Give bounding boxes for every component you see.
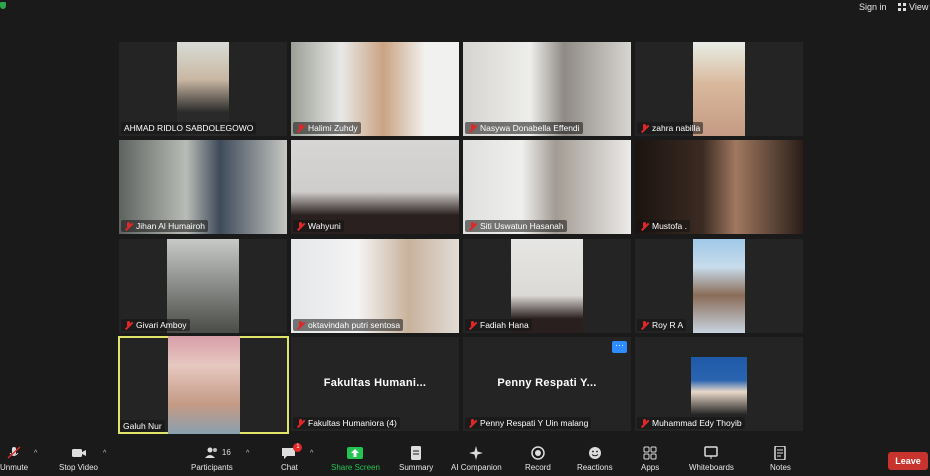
notes-button[interactable]: Notes — [770, 445, 791, 472]
participant-photo — [691, 357, 747, 415]
more-options-button[interactable]: ··· — [612, 341, 627, 353]
apps-button[interactable]: Apps — [641, 446, 659, 472]
video-tile[interactable]: Halimi Zuhdy — [291, 42, 459, 136]
reactions-button[interactable]: Reactions — [577, 446, 613, 472]
participant-name: Muhammad Edy Thoyib — [637, 417, 745, 429]
video-tile[interactable]: zahra nabilla — [635, 42, 803, 136]
video-tile[interactable]: AHMAD RIDLO SABDOLEGOWO — [119, 42, 287, 136]
participant-name: Wahyuni — [293, 220, 344, 232]
video-options-caret[interactable]: ^ — [103, 450, 106, 457]
record-button[interactable]: Record — [525, 446, 551, 472]
video-tile[interactable]: Fadiah Hana — [463, 239, 631, 333]
participants-count: 16 — [221, 448, 231, 457]
smiley-icon — [587, 446, 603, 460]
participant-name: Roy R A — [637, 319, 687, 331]
video-tile-active-speaker[interactable]: Galuh Nur — [118, 336, 289, 434]
video-tile[interactable]: Nasywa Donabella Effendi — [463, 42, 631, 136]
muted-mic-icon — [640, 123, 649, 133]
participant-name: Siti Uswatun Hasanah — [465, 220, 567, 232]
summary-icon — [408, 446, 424, 460]
view-label: View — [909, 2, 929, 12]
mic-muted-icon — [6, 446, 22, 460]
video-camera-icon — [71, 446, 87, 460]
share-screen-button[interactable]: Share Screen — [331, 446, 380, 472]
participant-video — [693, 239, 745, 333]
participant-name: Galuh Nur — [120, 420, 165, 432]
meeting-toolbar: Unmute ^ Stop Video ^ 16 Participants ^ … — [0, 443, 930, 476]
muted-mic-icon — [640, 418, 649, 428]
audio-options-caret[interactable]: ^ — [34, 450, 37, 457]
video-tile[interactable]: Givari Amboy — [119, 239, 287, 333]
muted-mic-icon — [468, 320, 477, 330]
video-tile[interactable]: Mustofa . — [635, 140, 803, 234]
apps-icon — [642, 446, 658, 460]
notes-icon — [772, 445, 788, 461]
muted-mic-icon — [468, 418, 477, 428]
leave-button[interactable]: Leave — [888, 452, 928, 470]
sign-in-link[interactable]: Sign in — [859, 2, 887, 12]
chat-options-caret[interactable]: ^ — [310, 450, 313, 457]
chat-button[interactable]: 1 Chat — [281, 443, 303, 472]
video-tile[interactable]: Roy R A — [635, 239, 803, 333]
participant-name: Givari Amboy — [121, 319, 190, 331]
security-shield-icon — [0, 2, 6, 9]
participant-name: Jihan Al Humairoh — [121, 220, 208, 232]
muted-mic-icon — [640, 320, 649, 330]
whiteboard-icon — [703, 446, 719, 460]
stop-video-button[interactable]: Stop Video — [59, 446, 98, 472]
share-screen-icon — [347, 446, 364, 460]
video-tile[interactable]: Jihan Al Humairoh — [119, 140, 287, 234]
ai-companion-button[interactable]: AI Companion — [451, 446, 502, 472]
participant-video — [168, 336, 240, 434]
participants-button[interactable]: 16 Participants — [191, 446, 233, 472]
muted-mic-icon — [296, 221, 305, 231]
participant-name: zahra nabilla — [637, 122, 704, 134]
muted-mic-icon — [124, 221, 133, 231]
video-tile[interactable]: oktavindah putri sentosa — [291, 239, 459, 333]
participants-options-caret[interactable]: ^ — [246, 450, 249, 457]
participant-name: AHMAD RIDLO SABDOLEGOWO — [121, 122, 257, 134]
muted-mic-icon — [124, 320, 133, 330]
participant-name: Nasywa Donabella Effendi — [465, 122, 583, 134]
participant-name: oktavindah putri sentosa — [293, 319, 404, 331]
participant-name: Fakultas Humaniora (4) — [293, 417, 400, 429]
summary-button[interactable]: Summary — [399, 446, 433, 472]
whiteboards-button[interactable]: Whiteboards — [689, 446, 734, 472]
participant-name: Penny Respati Y Uin malang — [465, 417, 592, 429]
muted-mic-icon — [296, 320, 305, 330]
sparkle-icon — [468, 446, 484, 460]
participant-name: Halimi Zuhdy — [293, 122, 361, 134]
participants-icon: 16 — [204, 446, 231, 460]
video-tile[interactable]: Muhammad Edy Thoyib — [635, 337, 803, 431]
chat-unread-badge: 1 — [293, 443, 303, 452]
participant-name: Fadiah Hana — [465, 319, 532, 331]
muted-mic-icon — [468, 221, 477, 231]
view-button[interactable]: View — [898, 2, 928, 12]
video-off-name: Penny Respati Y... — [497, 377, 597, 389]
muted-mic-icon — [640, 221, 649, 231]
record-icon — [530, 446, 546, 460]
muted-mic-icon — [468, 123, 477, 133]
muted-mic-icon — [296, 418, 305, 428]
video-tile[interactable]: Fakultas Humani... Fakultas Humaniora (4… — [291, 337, 459, 431]
participant-name: Mustofa . — [637, 220, 690, 232]
video-off-name: Fakultas Humani... — [323, 377, 427, 389]
unmute-button[interactable]: Unmute — [0, 446, 28, 472]
muted-mic-icon — [296, 123, 305, 133]
grid-view-icon — [898, 3, 906, 11]
video-tile[interactable]: ··· Penny Respati Y... Penny Respati Y U… — [463, 337, 631, 431]
video-tile[interactable]: Siti Uswatun Hasanah — [463, 140, 631, 234]
video-tile[interactable]: Wahyuni — [291, 140, 459, 234]
top-bar: Sign in View — [0, 0, 930, 16]
chat-bubble-icon: 1 — [281, 443, 303, 460]
